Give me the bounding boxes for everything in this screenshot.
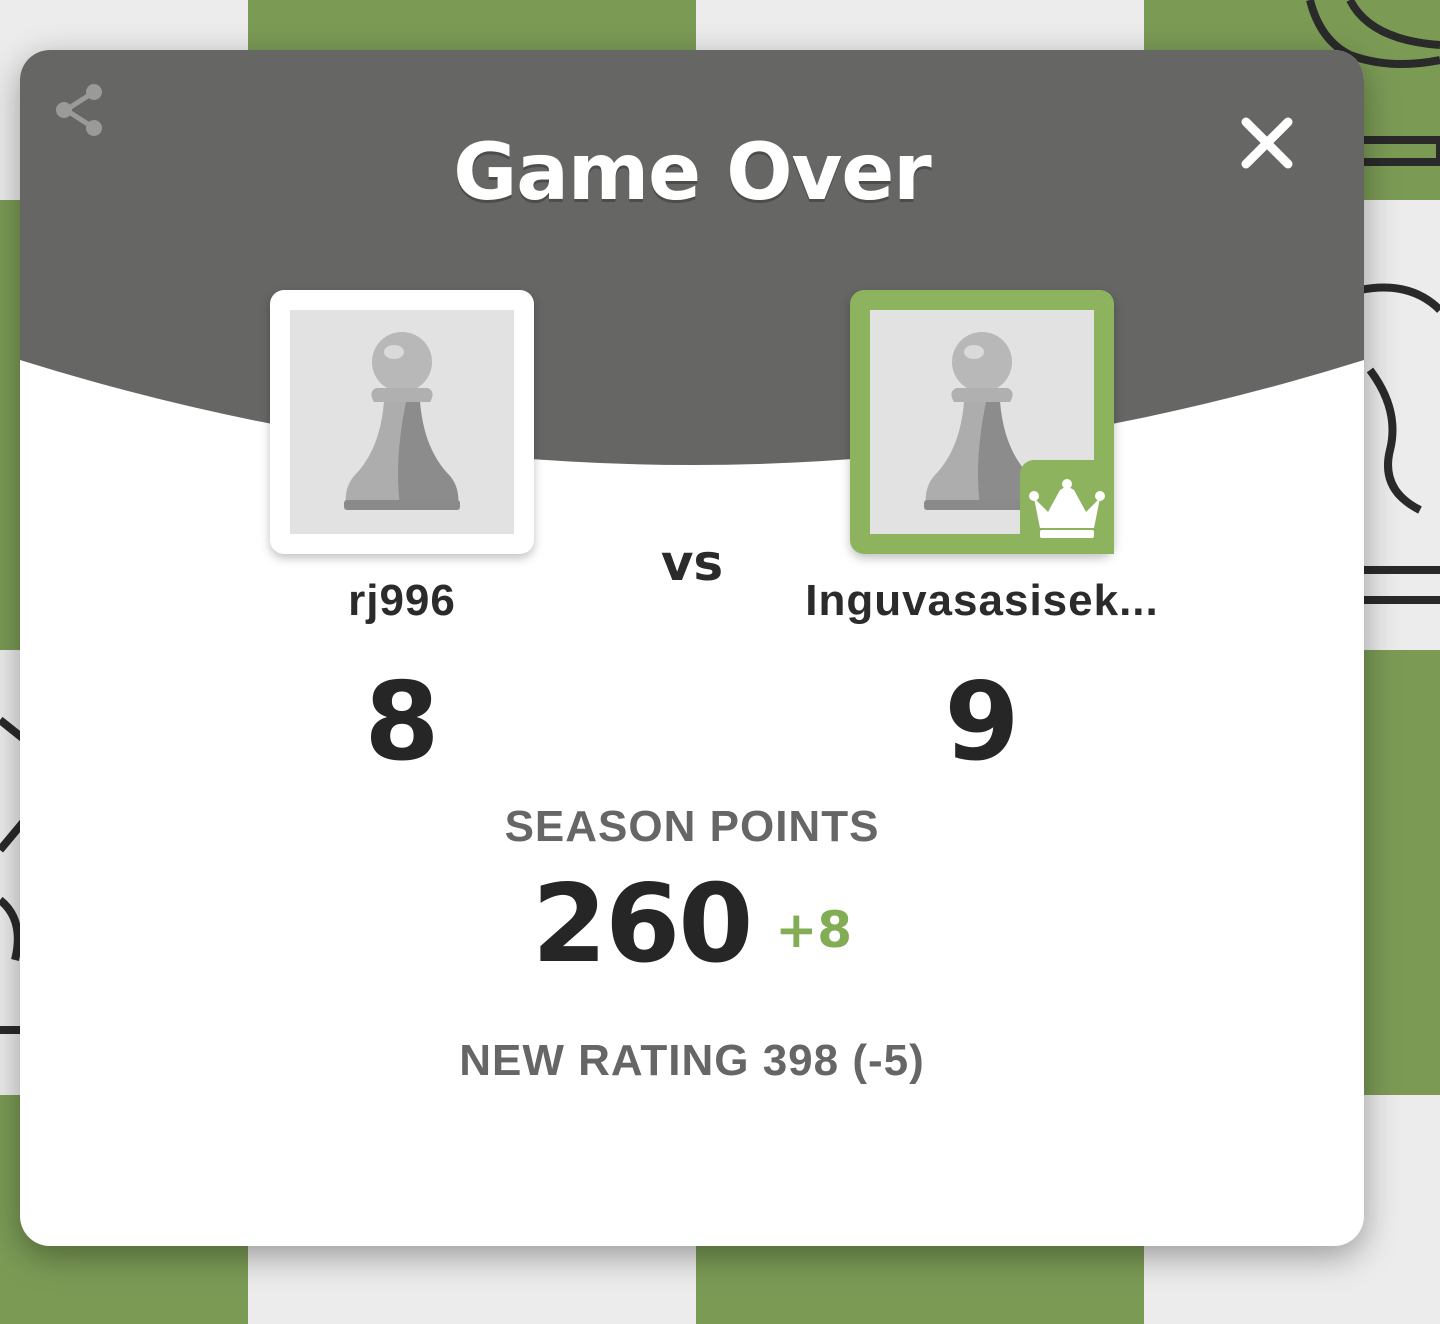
board-square: [1360, 650, 1440, 1095]
crown-icon: [1029, 479, 1105, 538]
chess-piece-icon: [1360, 283, 1440, 604]
season-points-value: 260: [531, 862, 753, 987]
player-name-left[interactable]: rj996: [182, 576, 622, 626]
pawn-icon: [344, 332, 460, 510]
player-score-left: 8: [364, 660, 440, 785]
season-points-label: SEASON POINTS: [504, 802, 880, 851]
player-avatar-left[interactable]: [270, 290, 534, 554]
avatar-image: [290, 310, 514, 534]
modal-title: Game Over: [453, 128, 932, 218]
game-over-modal: Game Over rj996 8 vs Inguvasasisek... 9 …: [20, 50, 1364, 1246]
player-avatar-right[interactable]: [850, 290, 1114, 554]
season-points-row: 260 +8: [20, 862, 1364, 987]
winner-badge: [1020, 460, 1114, 554]
season-points-delta: +8: [775, 901, 853, 959]
player-name-right[interactable]: Inguvasasisek...: [762, 576, 1202, 626]
modal-header: [20, 50, 1364, 465]
player-score-right: 9: [944, 660, 1020, 785]
new-rating: NEW RATING 398 (-5): [459, 1036, 925, 1085]
